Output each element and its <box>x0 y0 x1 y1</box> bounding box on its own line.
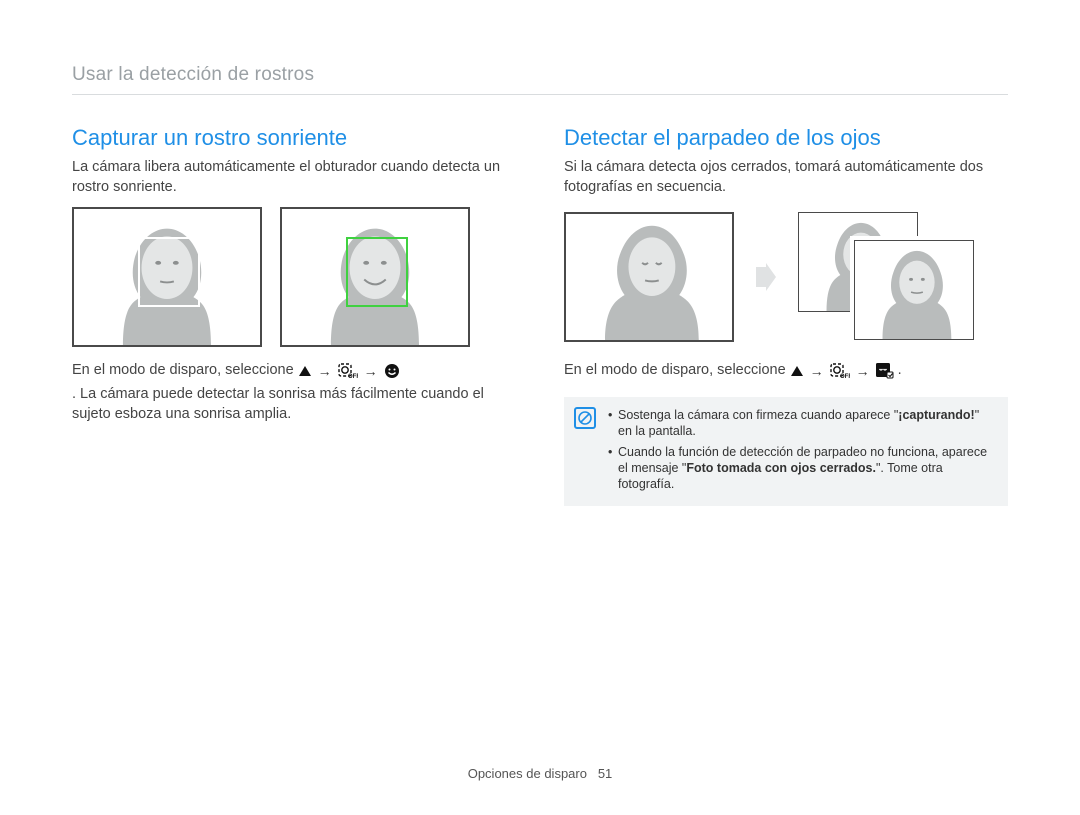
breadcrumb: Usar la detección de rostros <box>72 62 1008 95</box>
frame-smile <box>280 207 470 347</box>
sequence-arrow-icon <box>752 207 780 347</box>
face-off-icon: OFF <box>338 363 358 379</box>
sel-suffix-left: . La cámara puede detectar la sonrisa má… <box>72 385 516 424</box>
arrow-icon: → <box>808 362 826 381</box>
note-list: Sostenga la cámara con firmeza cuando ap… <box>608 407 996 492</box>
detection-rect-white <box>138 237 200 307</box>
selection-line-blink: En el modo de disparo, seleccione → OFF … <box>564 361 1008 381</box>
illustration-row-smile <box>72 207 516 347</box>
heading-smile: Capturar un rostro sonriente <box>72 123 516 153</box>
sel-prefix-right: En el modo de disparo, seleccione <box>564 361 786 381</box>
face-off-icon: OFF <box>830 363 850 379</box>
note-item-2: Cuando la función de detección de parpad… <box>608 444 996 493</box>
frame-neutral <box>72 207 262 347</box>
svg-text:OFF: OFF <box>348 374 358 379</box>
intro-blink: Si la cámara detecta ojos cerrados, toma… <box>564 158 1008 197</box>
note-icon <box>574 407 596 429</box>
face-closed-illustration <box>566 214 732 341</box>
thumb-open <box>854 240 974 340</box>
note-box: Sostenga la cámara con firmeza cuando ap… <box>564 397 1008 506</box>
up-triangle-icon <box>298 365 312 377</box>
dot: . <box>898 361 902 381</box>
arrow-icon: → <box>854 362 872 381</box>
footer-page-number: 51 <box>598 766 612 781</box>
content-columns: Capturar un rostro sonriente La cámara l… <box>72 123 1008 507</box>
selection-line-smile: En el modo de disparo, seleccione → OFF … <box>72 361 516 424</box>
manual-page: Usar la detección de rostros Capturar un… <box>0 0 1080 815</box>
smile-mode-icon <box>384 363 400 379</box>
detection-rect-green <box>346 237 408 307</box>
arrow-icon: → <box>362 362 380 381</box>
arrow-icon: → <box>316 362 334 381</box>
frame-eyes-closed <box>564 212 734 342</box>
column-right: Detectar el parpadeo de los ojos Si la c… <box>564 123 1008 507</box>
column-left: Capturar un rostro sonriente La cámara l… <box>72 123 516 507</box>
face-open-small-illustration <box>855 241 973 339</box>
sel-prefix-left: En el modo de disparo, seleccione <box>72 361 294 381</box>
thumb-stack <box>798 212 988 342</box>
footer-label: Opciones de disparo <box>468 766 587 781</box>
intro-smile: La cámara libera automáticamente el obtu… <box>72 158 516 197</box>
illustration-row-blink <box>564 207 1008 347</box>
blink-mode-icon <box>876 363 894 379</box>
heading-blink: Detectar el parpadeo de los ojos <box>564 123 1008 153</box>
up-triangle-icon <box>790 365 804 377</box>
svg-text:OFF: OFF <box>840 374 850 379</box>
note-item-1: Sostenga la cámara con firmeza cuando ap… <box>608 407 996 440</box>
page-footer: Opciones de disparo 51 <box>0 765 1080 783</box>
